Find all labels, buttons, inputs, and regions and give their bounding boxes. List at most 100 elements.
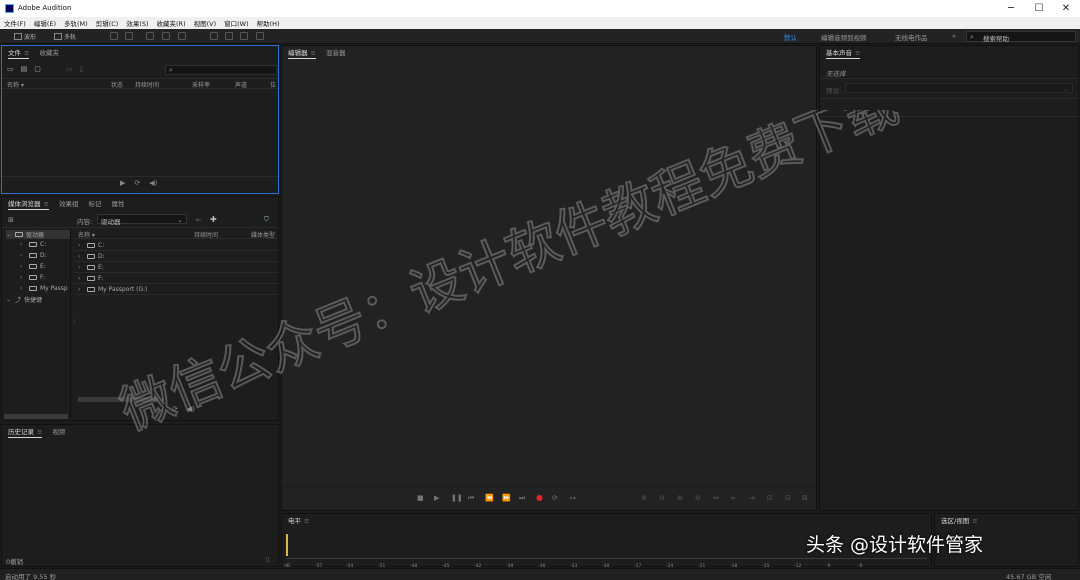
files-search-input[interactable]: ⌕ (165, 65, 277, 75)
help-search-field[interactable]: ⌕ 搜索帮助 (966, 31, 1076, 43)
loop-preview-icon[interactable]: ⟳ (172, 405, 178, 413)
more-workspaces-icon[interactable]: » (952, 32, 956, 40)
list-item[interactable]: › D: (78, 252, 105, 261)
list-item[interactable]: › E: (78, 263, 104, 272)
open-file-icon[interactable]: ▭ (7, 65, 14, 73)
menu-help[interactable]: 帮助(H) (257, 18, 280, 28)
workspace-default[interactable]: 默认 (784, 32, 797, 42)
tab-media-browser[interactable]: 媒体浏览器 ≡ (8, 198, 49, 210)
time-selection-tool-icon[interactable] (178, 32, 186, 40)
tree-shortcuts[interactable]: ⌄ ⤴ 快捷键 (6, 295, 42, 304)
workspace-radio-production[interactable]: 无线电作品 (895, 32, 928, 42)
next-icon[interactable]: ⏭ (519, 494, 525, 503)
zoom-track-icon[interactable]: ⊟ (785, 494, 791, 502)
play-preview-icon[interactable]: ▶ (120, 179, 125, 187)
pause-icon[interactable]: ❚❚ (451, 494, 463, 502)
waveform-button[interactable]: 波形 (14, 32, 36, 41)
tree-drive-e[interactable]: › E: (20, 262, 46, 271)
drive-icon (29, 253, 37, 258)
tab-history[interactable]: 历史记录 ≡ (8, 426, 43, 438)
status-bar: 启动用了 9.55 秒 45.67 GB 空闲 (0, 568, 1080, 580)
menu-effects[interactable]: 效果(S) (126, 18, 148, 28)
zoom-out-time-icon[interactable]: ⊖ (695, 494, 701, 502)
menu-view[interactable]: 视图(V) (194, 18, 217, 28)
tree-drive-f[interactable]: › F: (20, 273, 45, 282)
move-tool-icon[interactable] (146, 32, 154, 40)
list-item[interactable]: › F: (78, 274, 103, 283)
tab-selection-view[interactable]: 选区/视图 ≡ (941, 515, 978, 526)
spot-healing-tool-icon[interactable] (256, 32, 264, 40)
tree-drive-c[interactable]: › C: (20, 240, 46, 249)
multitrack-button[interactable]: 多轨 (54, 32, 76, 41)
back-icon[interactable]: ⇤ (196, 216, 201, 224)
zoom-in-point-icon[interactable]: ⇤ (731, 494, 737, 502)
import-file-icon[interactable]: ▤ (21, 65, 28, 73)
status-free-space: 45.67 GB 空闲 (1006, 573, 1052, 580)
zoom-in-time-icon[interactable]: ⊕ (677, 494, 683, 502)
rewind-icon[interactable]: ⏪ (485, 494, 494, 502)
zoom-out-point-icon[interactable]: ⇥ (749, 494, 755, 502)
tab-essential-sound[interactable]: 基本声音 ≡ (826, 47, 861, 59)
zoom-full-icon[interactable]: ⇔ (713, 494, 719, 502)
list-item[interactable]: › C: (78, 241, 104, 250)
tree-drive-g[interactable]: › My Passp (20, 284, 68, 293)
workspace-edit-audio-to-video[interactable]: 编辑音频到视频 (821, 32, 867, 42)
fast-forward-icon[interactable]: ⏩ (502, 494, 511, 502)
tab-favorites[interactable]: 收藏夹 (39, 47, 59, 58)
auto-play-icon[interactable]: ◀) (149, 179, 157, 187)
tree-drive-d[interactable]: › D: (20, 251, 47, 260)
level-meter-marker (286, 534, 288, 556)
insert-into-multitrack-icon[interactable]: ▭ (66, 65, 73, 73)
spectral-display-icon[interactable] (110, 32, 118, 40)
tab-effects-rack[interactable]: 效果组 (59, 198, 79, 209)
skip-selection-icon[interactable]: ↦ (570, 494, 576, 502)
tab-files[interactable]: 文件 ≡ (8, 47, 30, 59)
maximize-icon[interactable]: ☐ (1025, 0, 1053, 17)
add-shortcut-icon[interactable]: ✚ (210, 215, 217, 224)
tree-drives[interactable]: ⌄ 驱动器 (6, 230, 70, 239)
zoom-selection-icon[interactable]: ⊡ (767, 494, 773, 502)
minimize-icon[interactable]: ─ (997, 0, 1025, 17)
delete-icon[interactable]: ▯ (80, 65, 84, 73)
previous-icon[interactable]: ⏮ (468, 494, 474, 503)
preset-dropdown[interactable]: ⌄ (845, 83, 1073, 93)
media-tools-icon[interactable]: ⊞ (8, 216, 14, 224)
menu-clip[interactable]: 剪辑(C) (96, 18, 119, 28)
auto-play-icon[interactable]: ◀) (187, 405, 195, 413)
tab-editor[interactable]: 编辑器 ≡ (288, 47, 316, 59)
multitrack-icon (54, 33, 62, 40)
tab-properties[interactable]: 属性 (111, 198, 124, 209)
razor-tool-icon[interactable] (162, 32, 170, 40)
zoom-all-tracks-icon[interactable]: ⊠ (802, 494, 808, 502)
marquee-tool-icon[interactable] (210, 32, 218, 40)
menu-multitrack[interactable]: 多轨(M) (64, 18, 88, 28)
horizontal-scrollbar[interactable] (78, 397, 158, 402)
list-item[interactable]: › My Passport (G:) (78, 285, 147, 294)
tab-markers[interactable]: 标记 (88, 198, 101, 209)
filter-icon[interactable]: ⛉ (264, 215, 269, 224)
brush-tool-icon[interactable] (240, 32, 248, 40)
menu-favorites[interactable]: 收藏夹(R) (157, 18, 186, 28)
pitch-display-icon[interactable] (125, 32, 133, 40)
tab-levels[interactable]: 电平 ≡ (288, 515, 309, 526)
delete-icon[interactable]: ▯ (266, 555, 270, 563)
menu-edit[interactable]: 编辑(E) (34, 18, 56, 28)
stop-icon[interactable]: ■ (417, 494, 424, 502)
waveform-label: 波形 (24, 34, 37, 41)
zoom-out-amplitude-icon[interactable]: ⊖ (659, 494, 665, 502)
zoom-in-amplitude-icon[interactable]: ⊕ (641, 494, 647, 502)
horizontal-scrollbar[interactable] (4, 414, 68, 419)
record-icon[interactable]: ● (536, 493, 543, 502)
menu-window[interactable]: 窗口(W) (224, 18, 249, 28)
loop-preview-icon[interactable]: ⟳ (134, 179, 140, 187)
loop-playback-icon[interactable]: ⟳ (552, 494, 558, 502)
splitter-handle[interactable]: ⋮ (71, 317, 78, 325)
close-icon[interactable]: ✕ (1052, 0, 1080, 17)
menu-file[interactable]: 文件(F) (4, 18, 26, 28)
lasso-tool-icon[interactable] (225, 32, 233, 40)
new-file-icon[interactable]: ▢ (34, 65, 41, 73)
play-icon[interactable]: ▶ (434, 494, 439, 502)
content-dropdown[interactable]: 驱动器 ⌄ (97, 214, 187, 226)
tab-mixer[interactable]: 混音器 (326, 47, 346, 58)
tab-video[interactable]: 视频 (52, 426, 65, 437)
